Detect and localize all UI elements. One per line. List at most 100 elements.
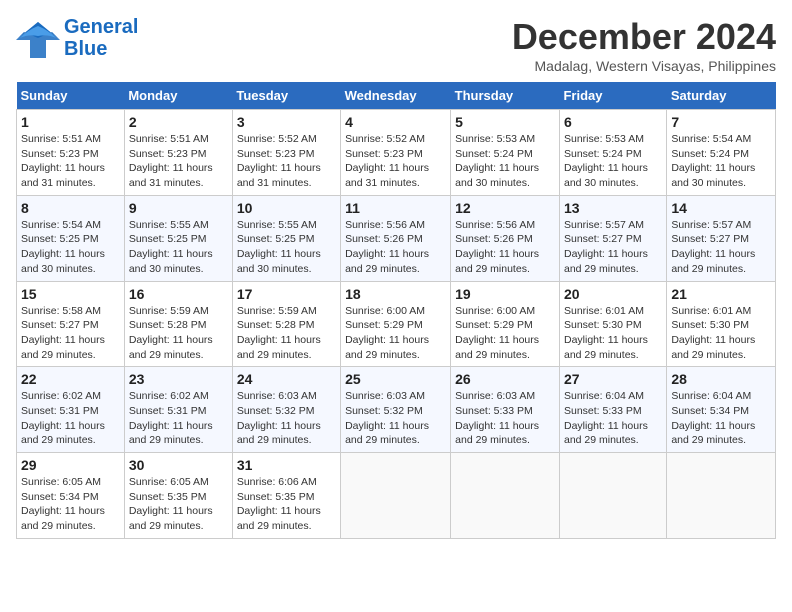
logo-icon (16, 18, 60, 58)
day-info: Sunrise: 5:54 AMSunset: 5:24 PMDaylight:… (671, 133, 755, 189)
day-info: Sunrise: 5:54 AMSunset: 5:25 PMDaylight:… (21, 219, 105, 275)
table-row: 1Sunrise: 5:51 AMSunset: 5:23 PMDaylight… (17, 110, 125, 196)
day-number: 20 (564, 286, 662, 302)
table-row: 23 Sunrise: 6:02 AMSunset: 5:31 PMDayligh… (124, 367, 232, 453)
day-number: 12 (455, 200, 555, 216)
day-number: 15 (21, 286, 120, 302)
logo: General Blue (16, 16, 138, 60)
table-row: 21 Sunrise: 6:01 AMSunset: 5:30 PMDayligh… (667, 281, 776, 367)
day-info: Sunrise: 5:56 AMSunset: 5:26 PMDaylight:… (345, 219, 429, 275)
table-row: 29 Sunrise: 6:05 AMSunset: 5:34 PMDayligh… (17, 453, 125, 539)
day-number: 31 (237, 457, 336, 473)
calendar-week-row: 8 Sunrise: 5:54 AMSunset: 5:25 PMDaylight… (17, 195, 776, 281)
table-row: 15 Sunrise: 5:58 AMSunset: 5:27 PMDayligh… (17, 281, 125, 367)
day-number: 28 (671, 371, 771, 387)
table-row: 8 Sunrise: 5:54 AMSunset: 5:25 PMDaylight… (17, 195, 125, 281)
day-number: 8 (21, 200, 120, 216)
day-info: Sunrise: 5:58 AMSunset: 5:27 PMDaylight:… (21, 305, 105, 361)
table-row (559, 453, 666, 539)
header-wednesday: Wednesday (341, 82, 451, 110)
day-info: Sunrise: 6:04 AMSunset: 5:34 PMDaylight:… (671, 390, 755, 446)
day-number: 19 (455, 286, 555, 302)
table-row (451, 453, 560, 539)
day-number: 27 (564, 371, 662, 387)
table-row (667, 453, 776, 539)
table-row: 4Sunrise: 5:52 AMSunset: 5:23 PMDaylight… (341, 110, 451, 196)
table-row: 5Sunrise: 5:53 AMSunset: 5:24 PMDaylight… (451, 110, 560, 196)
table-row: 19 Sunrise: 6:00 AMSunset: 5:29 PMDayligh… (451, 281, 560, 367)
day-info: Sunrise: 5:53 AMSunset: 5:24 PMDaylight:… (564, 133, 648, 189)
day-number: 3 (237, 114, 336, 130)
day-info: Sunrise: 6:01 AMSunset: 5:30 PMDaylight:… (564, 305, 648, 361)
day-info: Sunrise: 5:52 AMSunset: 5:23 PMDaylight:… (237, 133, 321, 189)
table-row: 13 Sunrise: 5:57 AMSunset: 5:27 PMDayligh… (559, 195, 666, 281)
header-sunday: Sunday (17, 82, 125, 110)
day-info: Sunrise: 6:02 AMSunset: 5:31 PMDaylight:… (21, 390, 105, 446)
day-info: Sunrise: 5:51 AMSunset: 5:23 PMDaylight:… (21, 133, 105, 189)
calendar-table: Sunday Monday Tuesday Wednesday Thursday… (16, 82, 776, 539)
day-number: 14 (671, 200, 771, 216)
table-row: 10 Sunrise: 5:55 AMSunset: 5:25 PMDayligh… (232, 195, 340, 281)
day-info: Sunrise: 6:02 AMSunset: 5:31 PMDaylight:… (129, 390, 213, 446)
table-row: 20 Sunrise: 6:01 AMSunset: 5:30 PMDayligh… (559, 281, 666, 367)
day-number: 29 (21, 457, 120, 473)
table-row: 9Sunrise: 5:55 AMSunset: 5:25 PMDaylight… (124, 195, 232, 281)
day-info: Sunrise: 5:51 AMSunset: 5:23 PMDaylight:… (129, 133, 213, 189)
day-info: Sunrise: 6:03 AMSunset: 5:33 PMDaylight:… (455, 390, 539, 446)
day-info: Sunrise: 6:03 AMSunset: 5:32 PMDaylight:… (345, 390, 429, 446)
day-number: 11 (345, 200, 446, 216)
day-info: Sunrise: 6:00 AMSunset: 5:29 PMDaylight:… (345, 305, 429, 361)
day-number: 30 (129, 457, 228, 473)
day-number: 10 (237, 200, 336, 216)
header-saturday: Saturday (667, 82, 776, 110)
day-info: Sunrise: 6:01 AMSunset: 5:30 PMDaylight:… (671, 305, 755, 361)
weekday-header-row: Sunday Monday Tuesday Wednesday Thursday… (17, 82, 776, 110)
day-number: 7 (671, 114, 771, 130)
table-row: 31 Sunrise: 6:06 AMSunset: 5:35 PMDayligh… (232, 453, 340, 539)
day-info: Sunrise: 6:00 AMSunset: 5:29 PMDaylight:… (455, 305, 539, 361)
day-number: 22 (21, 371, 120, 387)
table-row: 30Sunrise: 6:05 AMSunset: 5:35 PMDayligh… (124, 453, 232, 539)
table-row (341, 453, 451, 539)
day-number: 2 (129, 114, 228, 130)
header-tuesday: Tuesday (232, 82, 340, 110)
table-row: 2 Sunrise: 5:51 AMSunset: 5:23 PMDaylight… (124, 110, 232, 196)
table-row: 22 Sunrise: 6:02 AMSunset: 5:31 PMDayligh… (17, 367, 125, 453)
table-row: 26 Sunrise: 6:03 AMSunset: 5:33 PMDayligh… (451, 367, 560, 453)
calendar-week-row: 1Sunrise: 5:51 AMSunset: 5:23 PMDaylight… (17, 110, 776, 196)
day-number: 4 (345, 114, 446, 130)
table-row: 18Sunrise: 6:00 AMSunset: 5:29 PMDayligh… (341, 281, 451, 367)
day-info: Sunrise: 5:53 AMSunset: 5:24 PMDaylight:… (455, 133, 539, 189)
day-number: 6 (564, 114, 662, 130)
day-info: Sunrise: 5:59 AMSunset: 5:28 PMDaylight:… (237, 305, 321, 361)
day-number: 23 (129, 371, 228, 387)
header-monday: Monday (124, 82, 232, 110)
page-header: General Blue December 2024 Madalag, West… (16, 16, 776, 74)
day-number: 17 (237, 286, 336, 302)
day-info: Sunrise: 5:56 AMSunset: 5:26 PMDaylight:… (455, 219, 539, 275)
month-title: December 2024 (512, 16, 776, 58)
table-row: 7 Sunrise: 5:54 AMSunset: 5:24 PMDaylight… (667, 110, 776, 196)
table-row: 14 Sunrise: 5:57 AMSunset: 5:27 PMDayligh… (667, 195, 776, 281)
calendar-week-row: 29 Sunrise: 6:05 AMSunset: 5:34 PMDayligh… (17, 453, 776, 539)
table-row: 6 Sunrise: 5:53 AMSunset: 5:24 PMDaylight… (559, 110, 666, 196)
day-info: Sunrise: 5:57 AMSunset: 5:27 PMDaylight:… (671, 219, 755, 275)
day-info: Sunrise: 5:55 AMSunset: 5:25 PMDaylight:… (237, 219, 321, 275)
day-info: Sunrise: 6:04 AMSunset: 5:33 PMDaylight:… (564, 390, 648, 446)
location: Madalag, Western Visayas, Philippines (512, 58, 776, 74)
day-info: Sunrise: 6:06 AMSunset: 5:35 PMDaylight:… (237, 476, 321, 532)
table-row: 24Sunrise: 6:03 AMSunset: 5:32 PMDayligh… (232, 367, 340, 453)
header-friday: Friday (559, 82, 666, 110)
table-row: 3 Sunrise: 5:52 AMSunset: 5:23 PMDaylight… (232, 110, 340, 196)
table-row: 17 Sunrise: 5:59 AMSunset: 5:28 PMDayligh… (232, 281, 340, 367)
title-area: December 2024 Madalag, Western Visayas, … (512, 16, 776, 74)
day-info: Sunrise: 5:57 AMSunset: 5:27 PMDaylight:… (564, 219, 648, 275)
logo-text: General Blue (64, 16, 138, 60)
table-row: 27 Sunrise: 6:04 AMSunset: 5:33 PMDayligh… (559, 367, 666, 453)
table-row: 16Sunrise: 5:59 AMSunset: 5:28 PMDayligh… (124, 281, 232, 367)
day-number: 21 (671, 286, 771, 302)
day-info: Sunrise: 6:05 AMSunset: 5:34 PMDaylight:… (21, 476, 105, 532)
day-number: 25 (345, 371, 446, 387)
day-number: 13 (564, 200, 662, 216)
day-number: 26 (455, 371, 555, 387)
